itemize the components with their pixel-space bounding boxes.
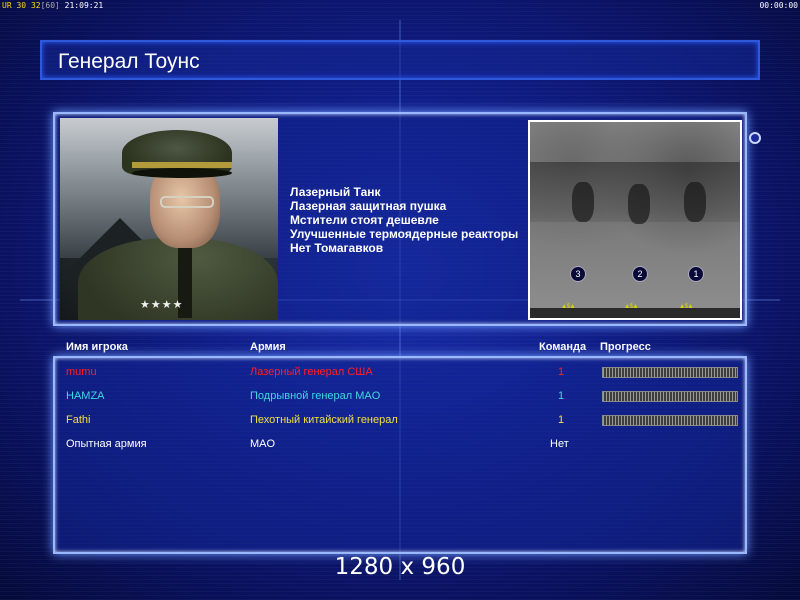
panel-knob-icon — [749, 132, 761, 144]
map-terrain-feature — [684, 182, 706, 222]
player-team: Нет — [550, 438, 569, 450]
map-terrain-feature — [572, 182, 594, 222]
hud-game-timer: 00:00:00 — [759, 1, 798, 10]
feature-item: Лазерный Танк — [290, 185, 381, 199]
feature-item: Лазерная защитная пушка — [290, 199, 447, 213]
general-title: Генерал Тоунс — [58, 50, 200, 73]
player-name: mumu — [66, 366, 97, 378]
portrait-cap-visor — [132, 168, 232, 178]
hud-value-b: 32 — [30, 1, 41, 10]
player-army: MAO — [250, 438, 276, 450]
player-army: Пехотный китайский генерал — [250, 414, 398, 426]
general-portrait: ★★★★ — [60, 118, 278, 320]
feature-item: Улучшенные термоядерные реакторы — [290, 227, 519, 241]
hud-prefix: UR — [2, 1, 12, 10]
player-team: 1 — [558, 390, 565, 402]
portrait-glasses — [160, 196, 214, 208]
player-name: Fathi — [66, 414, 91, 426]
table-row: mumu Лазерный генерал США 1 — [0, 366, 800, 390]
hud-value-c: [60] — [40, 1, 60, 10]
header-player-name: Имя игрока — [66, 341, 128, 353]
player-name: HAMZA — [66, 390, 105, 402]
start-position-3[interactable]: 3 — [570, 266, 586, 282]
hud-clock: 21:09:21 — [64, 1, 104, 10]
feature-item: Мстители стоят дешевле — [290, 213, 439, 227]
player-team: 1 — [558, 366, 565, 378]
progress-bar — [602, 391, 738, 402]
player-army: Подрывной генерал MAO — [250, 390, 381, 402]
header-team: Команда — [539, 341, 587, 353]
table-row: HAMZA Подрывной генерал MAO 1 — [0, 390, 800, 414]
header-progress: Прогресс — [600, 341, 651, 353]
table-row: Опытная армия MAO Нет — [0, 438, 800, 462]
header-army: Армия — [250, 341, 286, 353]
map-bottom-edge — [530, 308, 740, 318]
general-features-list: Лазерный Танк Лазерная защитная пушка Мс… — [290, 185, 518, 255]
player-army: Лазерный генерал США — [250, 366, 373, 378]
resolution-label: 1280 x 960 — [334, 554, 466, 580]
player-name: Опытная армия — [66, 438, 147, 450]
start-position-2[interactable]: 2 — [632, 266, 648, 282]
player-team: 1 — [558, 414, 565, 426]
start-position-1[interactable]: 1 — [688, 266, 704, 282]
progress-bar — [602, 367, 738, 378]
hud-value-a: 30 — [16, 1, 27, 10]
portrait-rank-stars: ★★★★ — [140, 299, 184, 311]
progress-bar — [602, 415, 738, 426]
map-preview[interactable]: 3 2 1 ▲$▲ ▲$▲ ▲$▲ — [528, 120, 742, 320]
feature-item: Нет Томагавков — [290, 241, 384, 255]
hud-fps-clock: UR 30 32[60] 21:09:21 — [2, 0, 103, 11]
table-row: Fathi Пехотный китайский генерал 1 — [0, 414, 800, 438]
hud-topbar: UR 30 32[60] 21:09:21 00:00:00 — [0, 0, 800, 11]
map-terrain-feature — [628, 184, 650, 224]
